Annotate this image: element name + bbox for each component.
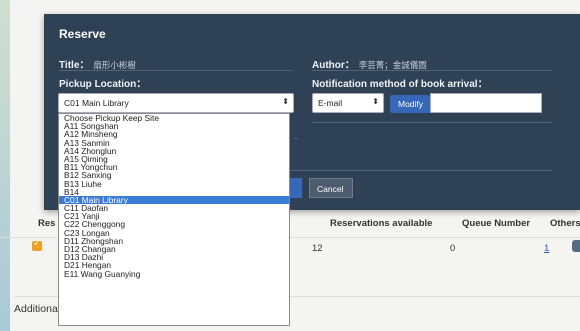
header-others: Others xyxy=(550,218,580,229)
author-value: 李芸菁；金誠儀圖 xyxy=(358,60,427,70)
header-reserve: Res xyxy=(38,218,56,229)
pickup-label: Pickup Location： xyxy=(59,79,147,90)
select-arrows-icon: ⬍ xyxy=(372,97,379,106)
divider xyxy=(59,70,293,71)
cell-queue: 0 xyxy=(450,243,456,254)
cell-available: 12 xyxy=(312,243,323,254)
divider xyxy=(312,70,552,71)
notification-input[interactable] xyxy=(430,93,542,113)
notification-method-select[interactable]: E-mail ⬍ xyxy=(312,93,384,113)
dropdown-option[interactable]: E11 Wang Guanying xyxy=(59,269,289,278)
pickup-location-select[interactable]: C01 Main Library ⬍ xyxy=(58,93,294,113)
select-arrows-icon: ⬍ xyxy=(282,97,289,106)
notify-selected-value: E-mail xyxy=(318,98,343,108)
title-value: 扇形小彬樹 xyxy=(93,60,136,70)
reserve-checkbox[interactable] xyxy=(32,239,42,251)
notify-label: Notification method of book arrival： xyxy=(312,79,488,90)
pickup-location-dropdown-list[interactable]: Choose Pickup Keep Site A11 Songshan A12 M… xyxy=(58,113,290,326)
queue-link[interactable]: 1 xyxy=(544,243,549,254)
cancel-button[interactable]: Cancel xyxy=(309,178,353,198)
header-reservations-available: Reservations available xyxy=(330,218,433,229)
divider xyxy=(294,138,298,139)
modify-button[interactable]: Modify xyxy=(390,95,430,113)
additional-label: Additiona xyxy=(14,303,58,315)
dropdown-option[interactable]: B13 Liuhe xyxy=(59,179,289,188)
header-queue-number: Queue Number xyxy=(462,218,531,229)
modal-title: Reserve xyxy=(59,27,106,41)
pickup-selected-value: C01 Main Library xyxy=(64,98,129,108)
row-action-button[interactable] xyxy=(572,240,580,252)
title-field: Title： 扇形小彬樹 xyxy=(59,56,136,71)
divider xyxy=(312,122,552,123)
author-field: Author： 李芸菁；金誠儀圖 xyxy=(312,56,427,71)
